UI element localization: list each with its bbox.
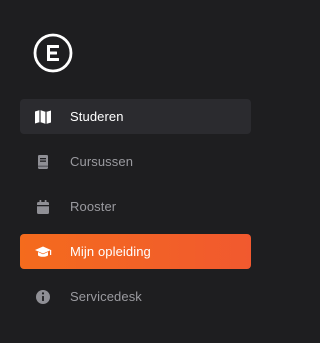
info-icon: [34, 288, 52, 306]
sidebar-item-label: Mijn opleiding: [70, 244, 151, 259]
sidebar-item-cursussen[interactable]: Cursussen: [20, 144, 251, 179]
sidebar-item-mijn-opleiding[interactable]: Mijn opleiding: [20, 234, 251, 269]
sidebar-item-label: Cursussen: [70, 154, 134, 169]
sidebar: Studeren Cursussen Rooster Mijn opleidin…: [0, 0, 251, 343]
sidebar-item-servicedesk[interactable]: Servicedesk: [20, 279, 251, 314]
book-icon: [34, 153, 52, 171]
calendar-icon: [34, 198, 52, 216]
brand-logo-icon[interactable]: [32, 32, 74, 74]
map-icon: [34, 108, 52, 126]
sidebar-item-rooster[interactable]: Rooster: [20, 189, 251, 224]
brand-e-logo-icon: [33, 33, 73, 73]
sidebar-item-label: Studeren: [70, 109, 124, 124]
graduation-cap-icon: [34, 243, 52, 261]
sidebar-item-studeren[interactable]: Studeren: [20, 99, 251, 134]
sidebar-item-label: Servicedesk: [70, 289, 142, 304]
sidebar-item-label: Rooster: [70, 199, 117, 214]
